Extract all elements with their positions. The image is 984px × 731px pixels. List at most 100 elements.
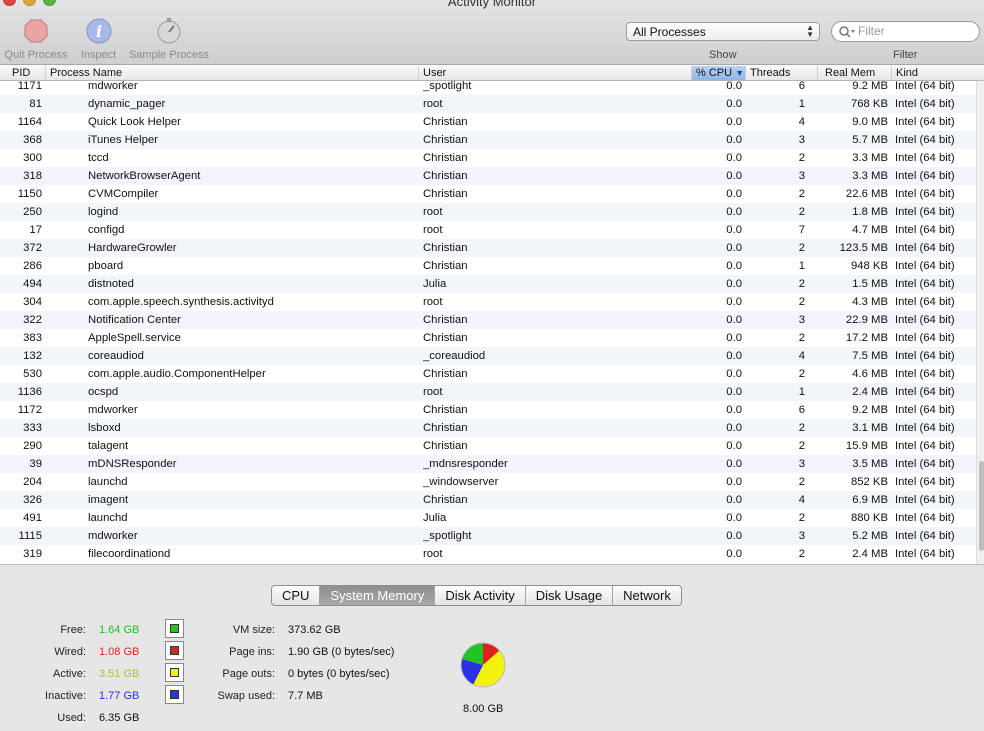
active-color-swatch[interactable] bbox=[165, 663, 184, 682]
cell-threads: 3 bbox=[798, 314, 805, 326]
process-table[interactable]: 1171 mdworker _spotlight 0.0 6 9.2 MB Intel (6… bbox=[0, 81, 976, 564]
cell-cpu: 0.0 bbox=[726, 332, 742, 344]
cell-threads: 3 bbox=[798, 170, 805, 182]
cell-user: root bbox=[423, 548, 443, 560]
cell-name: iTunes Helper bbox=[88, 134, 158, 146]
cell-cpu: 0.0 bbox=[726, 206, 742, 218]
cell-kind: Intel (64 bit) bbox=[895, 530, 955, 542]
cell-cpu: 0.0 bbox=[726, 98, 742, 110]
table-row[interactable]: 319 filecoordinationd root 0.0 2 2.4 MB Intel … bbox=[0, 545, 976, 563]
cell-user: Julia bbox=[423, 512, 447, 524]
table-row[interactable]: 132 coreaudiod _coreaudiod 0.0 4 7.5 MB Intel … bbox=[0, 347, 976, 365]
quit-process-label: Quit Process bbox=[4, 49, 68, 61]
table-row[interactable]: 1115 mdworker _spotlight 0.0 3 5.2 MB Intel (6… bbox=[0, 527, 976, 545]
cell-cpu: 0.0 bbox=[726, 296, 742, 308]
column-header-process-name[interactable]: Process Name bbox=[46, 66, 419, 80]
table-row[interactable]: 81 dynamic_pager root 0.0 1 768 KB Intel (64 b… bbox=[0, 95, 976, 113]
table-row[interactable]: 250 logind root 0.0 2 1.8 MB Intel (64 bit) bbox=[0, 203, 976, 221]
table-row[interactable]: 286 pboard Christian 0.0 1 948 KB Intel (64 bi… bbox=[0, 257, 976, 275]
cell-user: root bbox=[423, 98, 443, 110]
table-row[interactable]: 1164 Quick Look Helper Christian 0.0 4 9.0 MB… bbox=[0, 113, 976, 131]
free-color-swatch[interactable] bbox=[165, 619, 184, 638]
table-row[interactable]: 494 distnoted Julia 0.0 2 1.5 MB Intel (64 bit… bbox=[0, 275, 976, 293]
cell-mem: 4.3 MB bbox=[852, 296, 888, 308]
table-row[interactable]: 383 AppleSpell.service Christian 0.0 2 17.2 M… bbox=[0, 329, 976, 347]
bottom-panel: CPU System Memory Disk Activity Disk Usage N… bbox=[0, 564, 984, 731]
updown-arrows-icon: ▲ ▼ bbox=[806, 23, 814, 39]
table-row[interactable]: 39 mDNSResponder _mdnsresponder 0.0 3 3.5 MB I… bbox=[0, 455, 976, 473]
table-row[interactable]: 300 tccd Christian 0.0 2 3.3 MB Intel (64 bit) bbox=[0, 149, 976, 167]
cell-name: com.apple.audio.ComponentHelper bbox=[88, 368, 266, 380]
cell-user: _mdnsresponder bbox=[423, 458, 508, 470]
scrollbar-thumb[interactable] bbox=[979, 461, 984, 551]
table-row[interactable]: 326 imagent Christian 0.0 4 6.9 MB Intel (64 b… bbox=[0, 491, 976, 509]
cell-threads: 3 bbox=[798, 134, 805, 146]
tab-disk-usage[interactable]: Disk Usage bbox=[526, 586, 614, 605]
cell-kind: Intel (64 bit) bbox=[895, 188, 955, 200]
cell-mem: 768 KB bbox=[850, 98, 888, 110]
table-row[interactable]: 333 lsboxd Christian 0.0 2 3.1 MB Intel (64 bi… bbox=[0, 419, 976, 437]
active-value: 3.51 GB bbox=[99, 668, 140, 680]
cell-threads: 2 bbox=[798, 476, 805, 488]
column-header-threads[interactable]: Threads bbox=[746, 66, 818, 80]
tab-network[interactable]: Network bbox=[613, 586, 681, 605]
column-header-kind[interactable]: Kind bbox=[892, 66, 984, 80]
column-header-cpu[interactable]: % CPU ▼ bbox=[692, 66, 746, 80]
cell-mem: 5.2 MB bbox=[852, 530, 888, 542]
sample-process-label: Sample Process bbox=[128, 49, 210, 61]
inspect-button[interactable]: i Inspect bbox=[76, 16, 121, 61]
table-row[interactable]: 1172 mdworker Christian 0.0 6 9.2 MB Intel (64… bbox=[0, 401, 976, 419]
cell-user: Christian bbox=[423, 422, 468, 434]
table-row[interactable]: 322 Notification Center Christian 0.0 3 22.9 … bbox=[0, 311, 976, 329]
column-header-pid[interactable]: PID bbox=[8, 66, 46, 80]
vm-size-value: 373.62 GB bbox=[288, 624, 341, 636]
cell-pid: 39 bbox=[29, 458, 42, 470]
table-row[interactable]: 491 launchd Julia 0.0 2 880 KB Intel (64 bit) bbox=[0, 509, 976, 527]
tab-disk-activity[interactable]: Disk Activity bbox=[435, 586, 526, 605]
used-value: 6.35 GB bbox=[99, 712, 140, 724]
cell-cpu: 0.0 bbox=[726, 458, 742, 470]
quit-process-button[interactable]: Quit Process bbox=[2, 16, 70, 61]
sample-process-button[interactable]: Sample Process bbox=[126, 16, 212, 61]
inspect-label: Inspect bbox=[80, 49, 117, 61]
column-header-real-mem[interactable]: Real Mem bbox=[818, 66, 892, 80]
search-placeholder: Filter bbox=[858, 24, 885, 38]
process-filter-select[interactable]: All Processes ▲ ▼ bbox=[626, 22, 820, 41]
cell-mem: 3.5 MB bbox=[852, 458, 888, 470]
table-row[interactable]: 1150 CVMCompiler Christian 0.0 2 22.6 MB Intel… bbox=[0, 185, 976, 203]
column-header-user[interactable]: User bbox=[419, 66, 692, 80]
cell-pid: 319 bbox=[23, 548, 42, 560]
cell-user: Christian bbox=[423, 440, 468, 452]
cell-pid: 300 bbox=[23, 152, 42, 164]
table-row[interactable]: 372 HardwareGrowler Christian 0.0 2 123.5 MB I… bbox=[0, 239, 976, 257]
cell-user: Christian bbox=[423, 242, 468, 254]
cell-cpu: 0.0 bbox=[726, 134, 742, 146]
table-row[interactable]: 318 NetworkBrowserAgent Christian 0.0 3 3.3 M… bbox=[0, 167, 976, 185]
cell-kind: Intel (64 bit) bbox=[895, 278, 955, 290]
cell-mem: 9.2 MB bbox=[852, 404, 888, 416]
vm-size-label: VM size: bbox=[232, 624, 275, 636]
page-ins-label: Page ins: bbox=[229, 646, 275, 658]
cell-kind: Intel (64 bit) bbox=[895, 98, 955, 110]
inactive-color-swatch[interactable] bbox=[165, 685, 184, 704]
vertical-scrollbar[interactable] bbox=[976, 81, 984, 564]
table-row[interactable]: 1171 mdworker _spotlight 0.0 6 9.2 MB Intel (6… bbox=[0, 81, 976, 95]
tab-system-memory[interactable]: System Memory bbox=[320, 586, 436, 605]
cell-cpu: 0.0 bbox=[726, 476, 742, 488]
cell-user: _windowserver bbox=[423, 476, 499, 488]
cell-name: launchd bbox=[88, 476, 128, 488]
table-row[interactable]: 530 com.apple.audio.ComponentHelper Christ… bbox=[0, 365, 976, 383]
table-row[interactable]: 17 configd root 0.0 7 4.7 MB Intel (64 bit) bbox=[0, 221, 976, 239]
table-row[interactable]: 290 talagent Christian 0.0 2 15.9 MB Intel (64… bbox=[0, 437, 976, 455]
tab-cpu[interactable]: CPU bbox=[272, 586, 321, 605]
search-field[interactable]: Filter bbox=[831, 21, 980, 42]
cell-threads: 2 bbox=[798, 152, 805, 164]
table-row[interactable]: 368 iTunes Helper Christian 0.0 3 5.7 MB Intel… bbox=[0, 131, 976, 149]
cell-cpu: 0.0 bbox=[726, 494, 742, 506]
table-row[interactable]: 304 com.apple.speech.synthesis.activityd r… bbox=[0, 293, 976, 311]
cell-mem: 5.7 MB bbox=[852, 134, 888, 146]
table-row[interactable]: 204 launchd _windowserver 0.0 2 852 KB Intel (… bbox=[0, 473, 976, 491]
wired-color-swatch[interactable] bbox=[165, 641, 184, 660]
table-row[interactable]: 1136 ocspd root 0.0 1 2.4 MB Intel (64 bit) bbox=[0, 383, 976, 401]
cell-user: Christian bbox=[423, 260, 468, 272]
